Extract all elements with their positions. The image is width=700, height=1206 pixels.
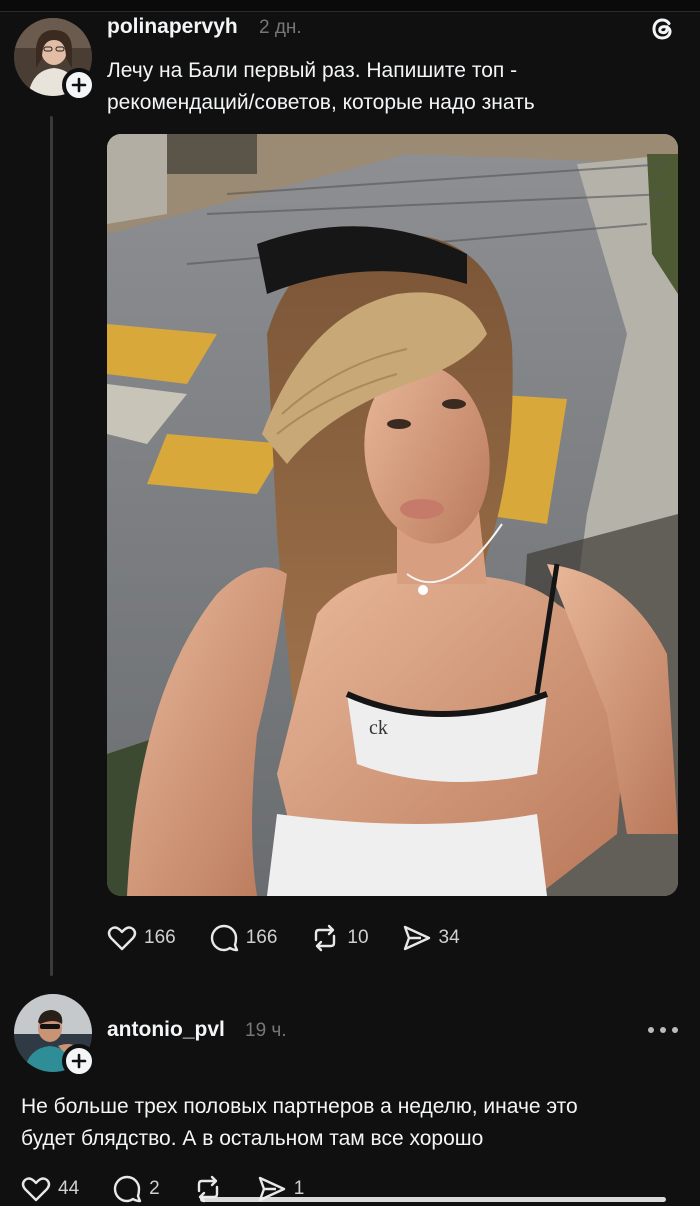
speech-bubble-icon [208,922,240,954]
post-username[interactable]: polinapervyh [107,15,238,39]
post-time: 2 дн. [259,17,302,38]
post-avatar[interactable] [14,18,96,102]
comment-count: 166 [245,927,278,948]
svg-text:ck: ck [369,717,388,739]
post-text-line: рекомендаций/советов, которые надо знать [107,91,535,114]
speech-bubble-icon [111,1173,143,1205]
thread-connector-line [50,116,53,976]
like-button[interactable]: 166 [106,922,176,954]
like-count: 44 [58,1178,80,1199]
comment-count: 2 [149,1178,160,1199]
comment-button[interactable]: 2 [111,1173,160,1205]
plus-icon [71,77,87,93]
dot [660,1027,666,1033]
dot [648,1027,654,1033]
share-button[interactable]: 34 [401,922,460,954]
reply-text-line: Не больше трех половых партнеров а недел… [21,1095,578,1118]
send-icon [401,922,433,954]
share-count: 34 [438,927,460,948]
heart-icon [20,1173,52,1205]
post-text: Лечу на Бали первый раз. Напишите топ - … [107,55,535,119]
reply-text: Не больше трех половых партнеров а недел… [21,1091,578,1155]
post-text-line: Лечу на Бали первый раз. Напишите топ - [107,59,518,82]
more-dots-icon[interactable] [648,1024,678,1036]
home-indicator [200,1197,666,1202]
repost-icon [309,922,341,954]
like-count: 166 [144,927,176,948]
reply-avatar[interactable] [14,994,96,1078]
repost-count: 10 [347,927,369,948]
reply-text-line: будет блядство. А в остальном там все хо… [21,1127,484,1150]
comment-button[interactable]: 166 [208,922,278,954]
reply-username[interactable]: antonio_pvl [107,1018,225,1042]
dot [672,1027,678,1033]
status-strip [0,0,700,12]
like-button[interactable]: 44 [20,1173,79,1205]
heart-icon [106,922,138,954]
repost-button[interactable]: 10 [309,922,369,954]
threads-logo-icon[interactable] [648,14,678,44]
reply-time: 19 ч. [245,1020,287,1041]
follow-button[interactable] [62,68,96,102]
post-actions: 166 166 10 34 [106,922,492,954]
plus-icon [71,1053,87,1069]
post-photo[interactable]: ck [107,134,678,896]
follow-button[interactable] [62,1044,96,1078]
